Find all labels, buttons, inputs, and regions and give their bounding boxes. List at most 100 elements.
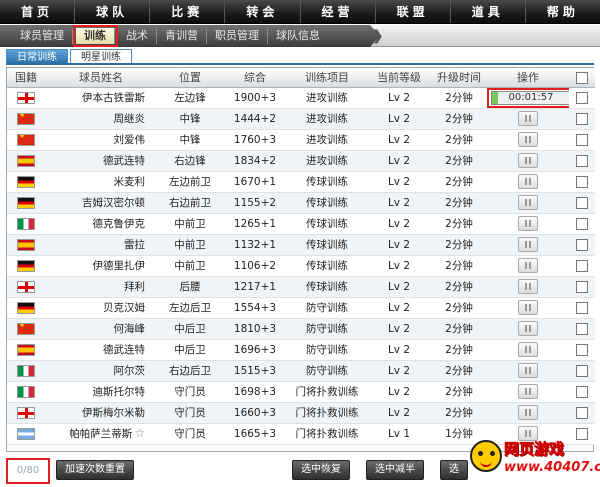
pause-icon[interactable] xyxy=(518,237,538,252)
flag-ger-icon xyxy=(17,196,35,209)
player-name-cell: 刘爱伟 xyxy=(45,129,157,151)
level-cell: Lv 2 xyxy=(367,192,431,214)
tab-underline xyxy=(6,63,594,65)
pause-icon[interactable] xyxy=(518,405,538,420)
flag-eng-icon xyxy=(17,406,35,419)
player-name[interactable]: 刘爱伟 xyxy=(114,134,146,146)
player-name[interactable]: 周继炎 xyxy=(114,113,146,125)
nav-item-1[interactable]: 球队 xyxy=(75,0,151,23)
pause-icon[interactable] xyxy=(518,258,538,273)
player-name[interactable]: 帕帕萨兰蒂斯 xyxy=(69,428,132,440)
pause-icon[interactable] xyxy=(518,300,538,315)
select-cell xyxy=(569,234,595,256)
nav-item-5[interactable]: 联盟 xyxy=(376,0,451,23)
halve-selected-button[interactable]: 选中减半 xyxy=(366,460,424,480)
player-name[interactable]: 雷拉 xyxy=(124,239,145,251)
rating-cell: 1217+1 xyxy=(223,276,287,298)
pause-icon[interactable] xyxy=(518,174,538,189)
pause-icon[interactable] xyxy=(518,321,538,336)
nav-item-2[interactable]: 比赛 xyxy=(150,0,226,23)
row-checkbox[interactable] xyxy=(576,91,588,104)
tab-4[interactable]: 职员管理 xyxy=(207,28,268,44)
tab-0[interactable]: 球员管理 xyxy=(12,28,73,44)
level-cell: Lv 2 xyxy=(367,402,431,424)
player-name[interactable]: 伊德里扎伊 xyxy=(93,260,146,272)
upgrade-time-cell: 2分钟 xyxy=(431,381,487,403)
player-name-cell: 帕帕萨兰蒂斯 ☆ xyxy=(45,423,157,445)
nav-item-3[interactable]: 转会 xyxy=(225,0,301,23)
player-name[interactable]: 迪斯托尔特 xyxy=(93,386,146,398)
row-checkbox[interactable] xyxy=(576,217,588,230)
player-name[interactable]: 德克鲁伊克 xyxy=(93,218,146,230)
nav-item-0[interactable]: 首页 xyxy=(0,0,76,23)
logo-text-line2: www.40407.com xyxy=(504,460,600,475)
pause-icon[interactable] xyxy=(518,216,538,231)
inner-tab-1[interactable]: 明星训练 xyxy=(70,49,132,64)
rating-cell: 1444+2 xyxy=(223,108,287,130)
pause-icon[interactable] xyxy=(518,363,538,378)
row-checkbox[interactable] xyxy=(576,154,588,167)
more-selected-button[interactable]: 选 xyxy=(440,460,468,480)
rating-cell: 1554+3 xyxy=(223,297,287,319)
pause-icon[interactable] xyxy=(518,132,538,147)
restore-selected-button[interactable]: 选中恢复 xyxy=(292,460,350,480)
select-cell xyxy=(569,108,595,130)
player-name-cell: 迪斯托尔特 xyxy=(45,381,157,403)
row-checkbox[interactable] xyxy=(576,175,588,188)
position-cell: 中锋 xyxy=(157,108,223,130)
player-name[interactable]: 拜利 xyxy=(124,281,145,293)
select-all-checkbox[interactable] xyxy=(576,71,588,84)
row-checkbox[interactable] xyxy=(576,259,588,272)
pause-icon[interactable] xyxy=(518,111,538,126)
row-checkbox[interactable] xyxy=(576,364,588,377)
player-name[interactable]: 阿尔茨 xyxy=(114,365,146,377)
pause-icon[interactable] xyxy=(518,153,538,168)
flag-chn-icon xyxy=(17,133,35,146)
pause-icon[interactable] xyxy=(518,342,538,357)
row-checkbox[interactable] xyxy=(576,112,588,125)
player-name[interactable]: 何海峰 xyxy=(114,323,146,335)
player-name[interactable]: 伊斯梅尔米勒 xyxy=(82,407,145,419)
row-checkbox[interactable] xyxy=(576,301,588,314)
row-checkbox[interactable] xyxy=(576,343,588,356)
row-checkbox[interactable] xyxy=(576,238,588,251)
pause-icon[interactable] xyxy=(518,384,538,399)
training-timer-box: 00:01:57+ xyxy=(487,87,569,107)
pause-icon[interactable] xyxy=(518,195,538,210)
position-cell: 右边锋 xyxy=(157,150,223,172)
upgrade-time-cell: 2分钟 xyxy=(431,213,487,235)
row-checkbox[interactable] xyxy=(576,385,588,398)
action-cell xyxy=(487,234,569,256)
row-checkbox[interactable] xyxy=(576,322,588,335)
tab-2[interactable]: 战术 xyxy=(118,28,157,44)
player-name[interactable]: 德武连特 xyxy=(103,155,145,167)
table-row: 迪斯托尔特 守门员 1698+3 门将扑救训练 Lv 2 2分钟 xyxy=(7,381,595,403)
player-name[interactable]: 米麦利 xyxy=(114,176,146,188)
nationality-cell xyxy=(7,381,45,403)
row-checkbox[interactable] xyxy=(576,133,588,146)
position-cell: 右边后卫 xyxy=(157,360,223,382)
nav-item-4[interactable]: 经营 xyxy=(301,0,376,23)
row-checkbox[interactable] xyxy=(576,406,588,419)
row-checkbox[interactable] xyxy=(576,196,588,209)
tab-3[interactable]: 青训营 xyxy=(157,28,207,44)
nav-item-6[interactable]: 道具 xyxy=(451,0,526,23)
upgrade-time-cell: 2分钟 xyxy=(431,129,487,151)
reset-speedup-button[interactable]: 加速次数重置 xyxy=(56,460,134,480)
row-checkbox[interactable] xyxy=(576,280,588,293)
player-name[interactable]: 德武连特 xyxy=(103,344,145,356)
table-row: 吉姆汉密尔顿 右边前卫 1155+2 传球训练 Lv 2 2分钟 xyxy=(7,192,595,214)
rating-cell: 1660+3 xyxy=(223,402,287,424)
pause-icon[interactable] xyxy=(518,279,538,294)
nationality-cell xyxy=(7,87,45,109)
tab-1[interactable]: 训练 xyxy=(73,25,118,47)
inner-tab-0[interactable]: 日常训练 xyxy=(6,49,68,64)
position-cell: 后腰 xyxy=(157,276,223,298)
player-name[interactable]: 贝克汉姆 xyxy=(103,302,145,314)
nav-item-7[interactable]: 帮助 xyxy=(526,0,600,23)
position-cell: 中前卫 xyxy=(157,234,223,256)
table-row: 周继炎中锋1444+2进攻训练Lv 22分钟 xyxy=(7,108,595,130)
player-name[interactable]: 吉姆汉密尔顿 xyxy=(82,197,145,209)
player-name[interactable]: 伊本古铁雷斯 xyxy=(82,92,145,104)
tab-5[interactable]: 球队信息 xyxy=(268,28,328,44)
